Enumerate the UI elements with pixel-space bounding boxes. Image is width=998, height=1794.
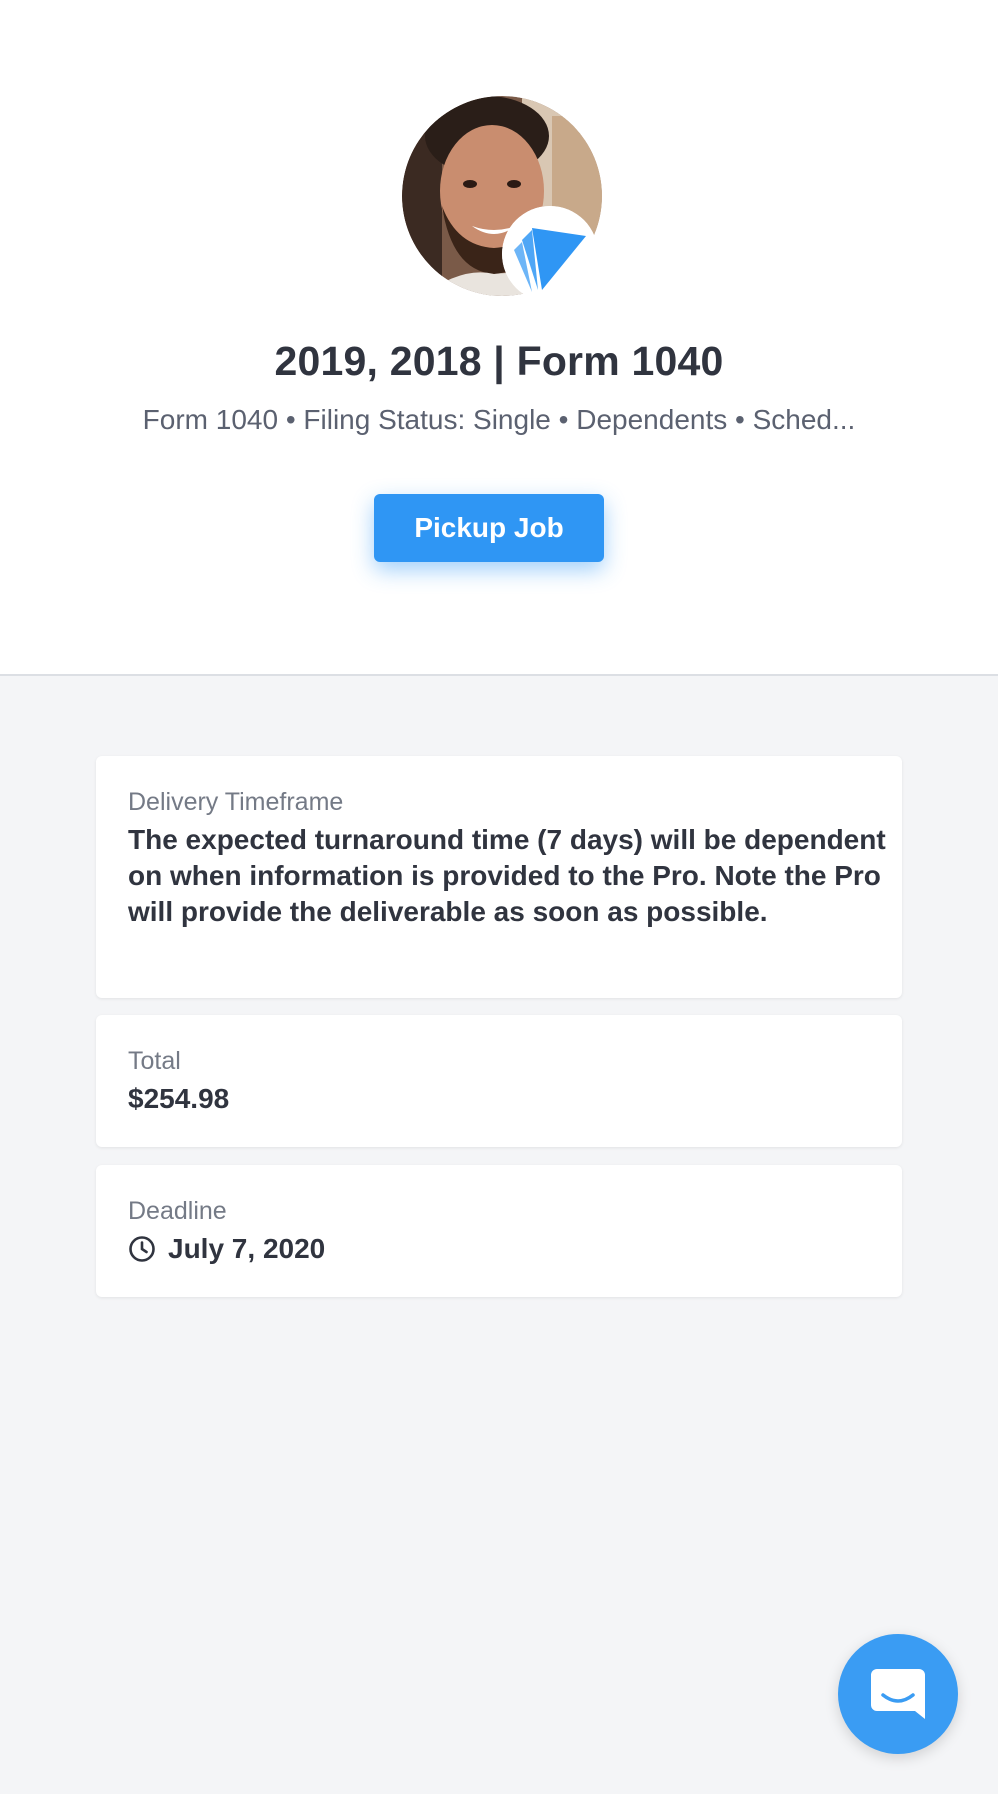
chat-bubble-icon xyxy=(871,1669,925,1719)
avatar-container xyxy=(402,96,602,302)
chat-button[interactable] xyxy=(838,1634,958,1754)
deadline-row: July 7, 2020 xyxy=(128,1231,325,1267)
delivery-timeframe-label: Delivery Timeframe xyxy=(128,788,344,816)
brand-logo-icon xyxy=(502,206,598,302)
pickup-job-button[interactable]: Pickup Job xyxy=(374,494,604,562)
deadline-label: Deadline xyxy=(128,1197,227,1225)
deadline-card: Deadline July 7, 2020 xyxy=(96,1165,902,1297)
delivery-timeframe-value: The expected turnaround time (7 days) wi… xyxy=(128,824,886,927)
job-summary: Form 1040 • Filing Status: Single • Depe… xyxy=(142,404,856,435)
deadline-value: July 7, 2020 xyxy=(168,1233,326,1264)
clock-icon xyxy=(129,1236,155,1262)
page-title: 2019, 2018 | Form 1040 xyxy=(274,338,724,384)
delivery-timeframe-card: Delivery Timeframe The expected turnarou… xyxy=(96,756,902,998)
total-card: Total $254.98 xyxy=(96,1015,902,1147)
job-header: 2019, 2018 | Form 1040 Form 1040 • Filin… xyxy=(0,0,998,676)
total-label: Total xyxy=(128,1047,181,1075)
total-value: $254.98 xyxy=(128,1083,230,1114)
